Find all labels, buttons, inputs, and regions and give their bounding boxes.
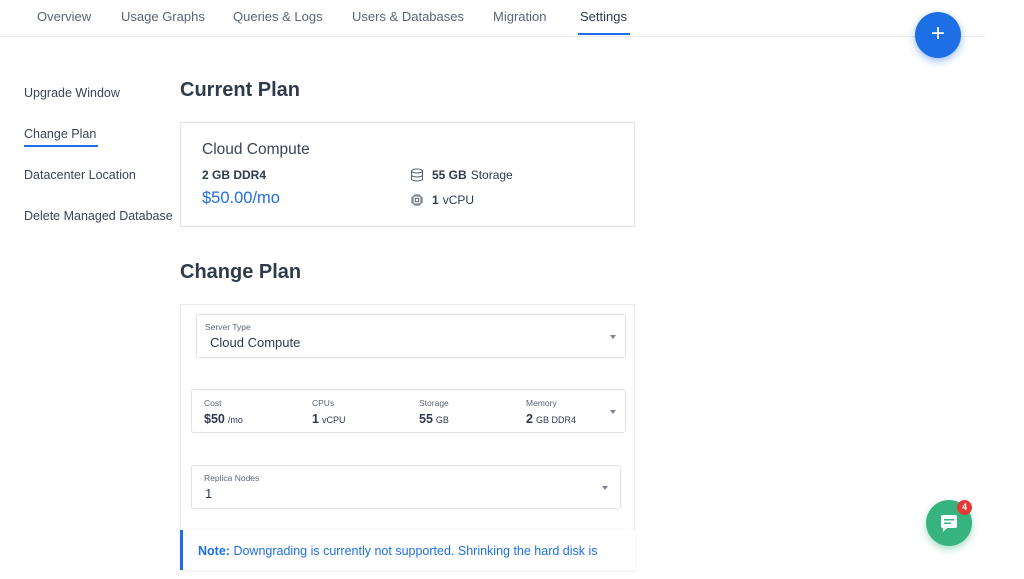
top-tab-bar: Overview Usage Graphs Queries & Logs Use… xyxy=(0,0,985,37)
chevron-down-icon xyxy=(610,410,616,414)
replica-nodes-select[interactable]: Replica Nodes 1 xyxy=(191,465,621,509)
notification-badge: 4 xyxy=(957,500,972,515)
note-text: Note: Downgrading is currently not suppo… xyxy=(198,544,598,558)
sidenav-item-change-plan[interactable]: Change Plan xyxy=(24,127,96,141)
tab-queries-logs[interactable]: Queries & Logs xyxy=(233,9,323,24)
chevron-down-icon xyxy=(610,335,616,339)
active-sidenav-indicator xyxy=(24,145,98,147)
cost-label: Cost xyxy=(204,398,222,408)
server-type-value: Cloud Compute xyxy=(210,335,301,350)
cpu-label: vCPU xyxy=(442,193,475,207)
plus-icon: + xyxy=(930,20,945,47)
active-tab-indicator xyxy=(578,33,630,35)
current-plan-card: Cloud Compute 2 GB DDR4 $50.00/mo 55 GB … xyxy=(180,122,635,227)
replica-nodes-label: Replica Nodes xyxy=(204,473,260,483)
storage-label: Storage xyxy=(470,168,513,182)
current-plan-heading: Current Plan xyxy=(180,79,301,101)
plan-storage: 55 GB Storage xyxy=(410,168,513,182)
replica-nodes-value: 1 xyxy=(205,486,213,501)
cpus-value: 1 vCPU xyxy=(312,412,346,426)
storage-value: 55 GB xyxy=(432,168,467,182)
tab-migration[interactable]: Migration xyxy=(493,9,546,24)
plan-name: Cloud Compute xyxy=(202,141,310,158)
sidenav-item-upgrade-window[interactable]: Upgrade Window xyxy=(24,86,120,100)
change-plan-form: Server Type Cloud Compute Cost $50/mo CP… xyxy=(180,304,635,534)
memory-value: 2 GB DDR4 xyxy=(526,412,576,426)
tab-usage-graphs[interactable]: Usage Graphs xyxy=(121,9,205,24)
sidenav-item-delete-managed-database[interactable]: Delete Managed Database xyxy=(24,209,173,223)
tab-overview[interactable]: Overview xyxy=(37,9,91,24)
chevron-down-icon xyxy=(602,486,608,490)
storage-col-value: 55 GB xyxy=(419,412,449,426)
cpus-label: CPUs xyxy=(312,398,335,408)
tab-users-databases[interactable]: Users & Databases xyxy=(352,9,464,24)
add-button[interactable]: + xyxy=(915,12,961,58)
storage-col-label: Storage xyxy=(419,398,449,408)
plan-cpu: 1 vCPU xyxy=(410,193,474,207)
plan-memory: 2 GB DDR4 xyxy=(202,168,267,182)
database-icon xyxy=(410,168,424,182)
tab-settings[interactable]: Settings xyxy=(580,9,627,24)
downgrade-note: Note: Downgrading is currently not suppo… xyxy=(180,530,635,570)
server-type-label: Server Type xyxy=(205,322,251,332)
cost-value: $50/mo xyxy=(204,412,243,426)
cpu-chip-icon xyxy=(410,193,424,207)
plan-price: $50.00/mo xyxy=(202,189,280,207)
server-type-select[interactable]: Server Type Cloud Compute xyxy=(196,314,626,358)
memory-label: Memory xyxy=(526,398,557,408)
sidenav-item-datacenter-location[interactable]: Datacenter Location xyxy=(24,168,136,182)
cpu-value: 1 xyxy=(432,193,439,207)
plan-select[interactable]: Cost $50/mo CPUs 1 vCPU Storage 55 GB Memo… xyxy=(191,389,626,433)
change-plan-heading: Change Plan xyxy=(180,261,302,283)
